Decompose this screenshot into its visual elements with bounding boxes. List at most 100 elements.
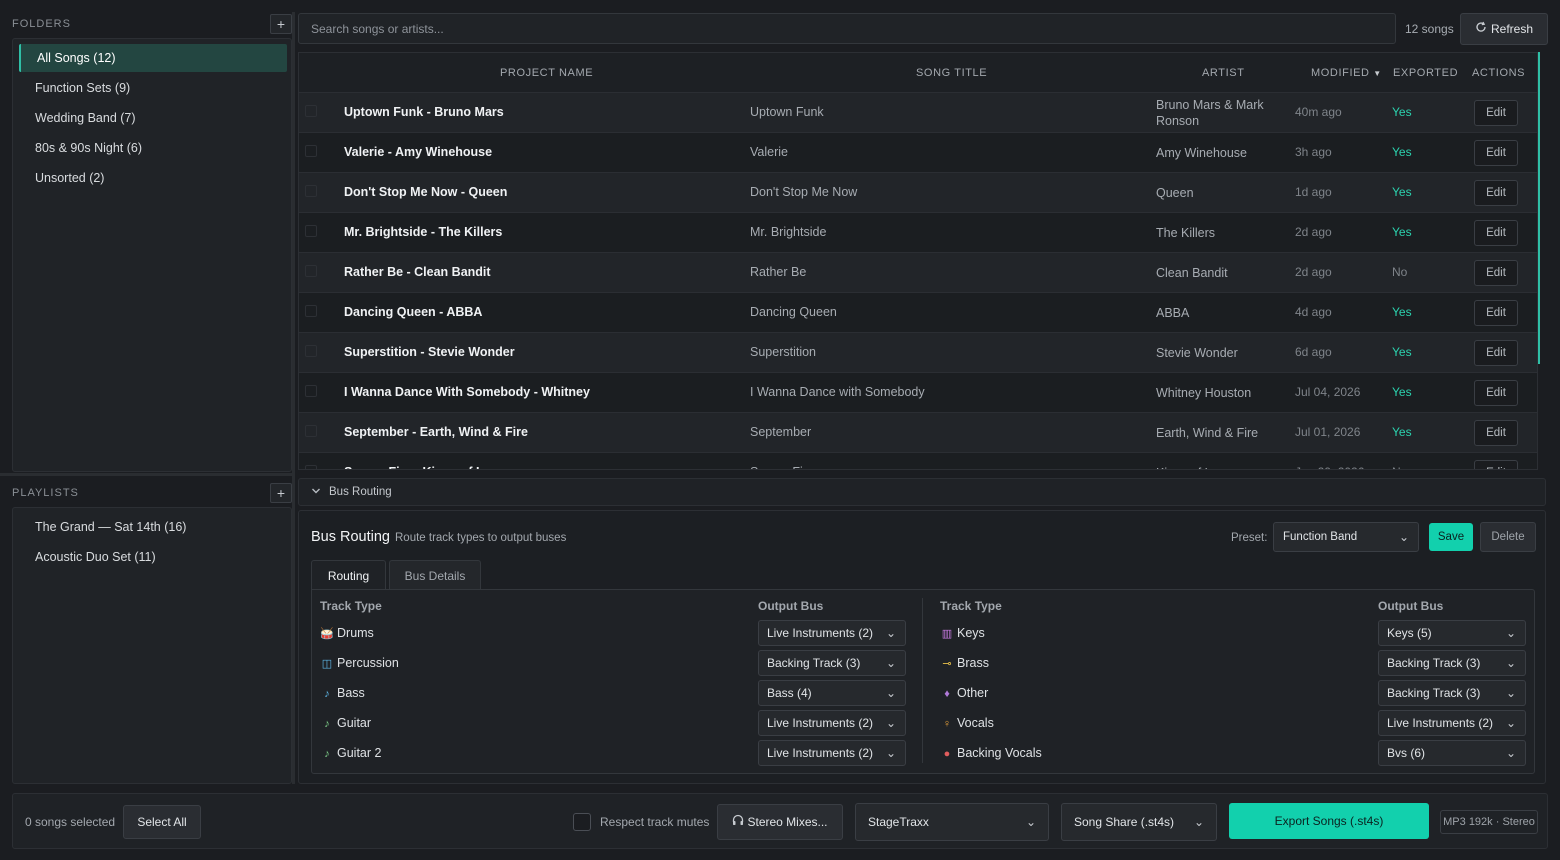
row-checkbox[interactable] [305, 145, 317, 157]
song-title: Don't Stop Me Now [750, 185, 858, 199]
preset-value: Function Band [1283, 531, 1358, 543]
row-checkbox[interactable] [305, 185, 317, 197]
output-bus-select[interactable]: Live Instruments (2) ⌄ [758, 710, 906, 736]
respect-mutes-label: Respect track mutes [600, 815, 710, 829]
playlist-item-the-grand[interactable]: The Grand — Sat 14th (16) [19, 513, 287, 541]
table-row[interactable]: Don't Stop Me Now - Queen Don't Stop Me N… [299, 172, 1537, 212]
table-row[interactable]: Rather Be - Clean Bandit Rather Be Clean B… [299, 252, 1537, 292]
table-scrollbar[interactable] [1538, 52, 1544, 364]
folder-item-80s-90s[interactable]: 80s & 90s Night (6) [19, 134, 287, 162]
search-input[interactable]: Search songs or artists... [298, 13, 1396, 44]
edit-button[interactable]: Edit [1474, 420, 1518, 446]
edit-button[interactable]: Edit [1474, 460, 1518, 469]
table-row[interactable]: I Wanna Dance With Somebody - Whitney I W… [299, 372, 1537, 412]
track-type-label: ▥ Keys [940, 626, 985, 640]
refresh-button[interactable]: Refresh [1460, 13, 1548, 45]
preset-select[interactable]: Function Band ⌄ [1273, 522, 1419, 552]
songs-table: PROJECT NAME SONG TITLE ARTIST MODIFIED … [298, 52, 1538, 470]
select-all-button[interactable]: Select All [123, 805, 201, 839]
row-checkbox[interactable] [305, 465, 317, 469]
chevron-down-icon: ⌄ [1505, 656, 1516, 670]
bus-routing-toggle[interactable]: Bus Routing [298, 478, 1546, 506]
folder-item-all-songs[interactable]: All Songs (12) [19, 44, 287, 72]
edit-button[interactable]: Edit [1474, 140, 1518, 166]
table-row[interactable]: Superstition - Stevie Wonder Superstition… [299, 332, 1537, 372]
add-playlist-button[interactable]: + [270, 483, 292, 503]
table-row[interactable]: Valerie - Amy Winehouse Valerie Amy Wineho… [299, 132, 1537, 172]
output-bus-select[interactable]: Backing Track (3) ⌄ [758, 650, 906, 676]
col-header-project[interactable]: PROJECT NAME [500, 67, 593, 79]
col-header-exported[interactable]: EXPORTED [1393, 67, 1458, 79]
edit-button[interactable]: Edit [1474, 100, 1518, 126]
stereo-mixes-button[interactable]: Stereo Mixes... [717, 804, 843, 840]
track-type-name: Bass [337, 686, 365, 700]
track-type-name: Keys [957, 626, 985, 640]
table-row[interactable]: Uptown Funk - Bruno Mars Uptown Funk Bruno… [299, 92, 1537, 132]
output-bus-select[interactable]: Live Instruments (2) ⌄ [758, 740, 906, 766]
export-format-select[interactable]: Song Share (.st4s) ⌄ [1061, 803, 1217, 841]
row-checkbox[interactable] [305, 425, 317, 437]
vertical-splitter[interactable] [292, 12, 295, 784]
output-bus-value: Keys (5) [1387, 626, 1432, 640]
chevron-down-icon: ⌄ [885, 746, 896, 760]
col-header-title[interactable]: SONG TITLE [916, 67, 987, 79]
col-header-artist[interactable]: ARTIST [1202, 67, 1245, 79]
output-bus-select[interactable]: Keys (5) ⌄ [1378, 620, 1526, 646]
output-bus-select[interactable]: Bvs (6) ⌄ [1378, 740, 1526, 766]
playlist-item-acoustic-duo[interactable]: Acoustic Duo Set (11) [19, 543, 287, 571]
modified: Jul 04, 2026 [1295, 385, 1361, 399]
output-bus-select[interactable]: Live Instruments (2) ⌄ [758, 620, 906, 646]
modified: 4d ago [1295, 305, 1332, 319]
output-bus-select[interactable]: Bass (4) ⌄ [758, 680, 906, 706]
folder-item-function-sets[interactable]: Function Sets (9) [19, 74, 287, 102]
edit-button[interactable]: Edit [1474, 380, 1518, 406]
edit-button[interactable]: Edit [1474, 260, 1518, 286]
row-checkbox[interactable] [305, 265, 317, 277]
row-checkbox[interactable] [305, 105, 317, 117]
row-checkbox[interactable] [305, 225, 317, 237]
table-row[interactable]: Sex on Fire - Kings of Leon Sex on Fire Ki… [299, 452, 1537, 469]
output-bus-value: Bass (4) [767, 686, 812, 700]
folder-item-unsorted[interactable]: Unsorted (2) [19, 164, 287, 192]
exported-status: Yes [1392, 225, 1412, 239]
target-app-select[interactable]: StageTraxx ⌄ [855, 803, 1049, 841]
routing-grid: Track Type Output Bus Track Type Output … [311, 589, 1535, 774]
save-preset-button[interactable]: Save [1429, 523, 1473, 551]
bus-routing-toggle-label: Bus Routing [329, 486, 392, 498]
keyboard-icon: ▥ [941, 628, 953, 640]
tab-routing[interactable]: Routing [311, 560, 386, 590]
add-folder-button[interactable]: + [270, 14, 292, 34]
folder-item-wedding-band[interactable]: Wedding Band (7) [19, 104, 287, 132]
respect-mutes-checkbox[interactable] [573, 813, 591, 831]
column-separator [922, 598, 923, 763]
row-checkbox[interactable] [305, 385, 317, 397]
artist: ABBA [1156, 306, 1190, 320]
track-type-label: ♦ Other [940, 686, 988, 700]
row-checkbox[interactable] [305, 305, 317, 317]
table-row[interactable]: Mr. Brightside - The Killers Mr. Brightsi… [299, 212, 1537, 252]
edit-button[interactable]: Edit [1474, 220, 1518, 246]
tab-bus-details[interactable]: Bus Details [389, 560, 481, 590]
row-checkbox[interactable] [305, 345, 317, 357]
output-bus-value: Live Instruments (2) [767, 746, 874, 760]
guitar-icon: ♪ [324, 748, 330, 760]
bus-routing-title: Bus Routing [311, 529, 390, 545]
headphones-icon [732, 805, 744, 839]
output-bus-select[interactable]: Backing Track (3) ⌄ [1378, 680, 1526, 706]
output-bus-value: Live Instruments (2) [767, 716, 874, 730]
edit-button[interactable]: Edit [1474, 300, 1518, 326]
sidebar-splitter[interactable] [0, 473, 295, 476]
table-row[interactable]: Dancing Queen - ABBA Dancing Queen ABBA 4d … [299, 292, 1537, 332]
table-row[interactable]: September - Earth, Wind & Fire September E… [299, 412, 1537, 452]
chevron-down-icon: ⌄ [885, 716, 896, 730]
output-bus-select[interactable]: Live Instruments (2) ⌄ [1378, 710, 1526, 736]
delete-preset-button[interactable]: Delete [1480, 522, 1536, 552]
chevron-down-icon: ⌄ [885, 626, 896, 640]
output-bus-select[interactable]: Backing Track (3) ⌄ [1378, 650, 1526, 676]
edit-button[interactable]: Edit [1474, 180, 1518, 206]
export-songs-button[interactable]: Export Songs (.st4s) [1229, 803, 1429, 839]
edit-button[interactable]: Edit [1474, 340, 1518, 366]
col-header-modified[interactable]: MODIFIED ▼ [1311, 67, 1382, 79]
preset-label: Preset: [1231, 532, 1268, 544]
output-bus-value: Live Instruments (2) [1387, 716, 1494, 730]
